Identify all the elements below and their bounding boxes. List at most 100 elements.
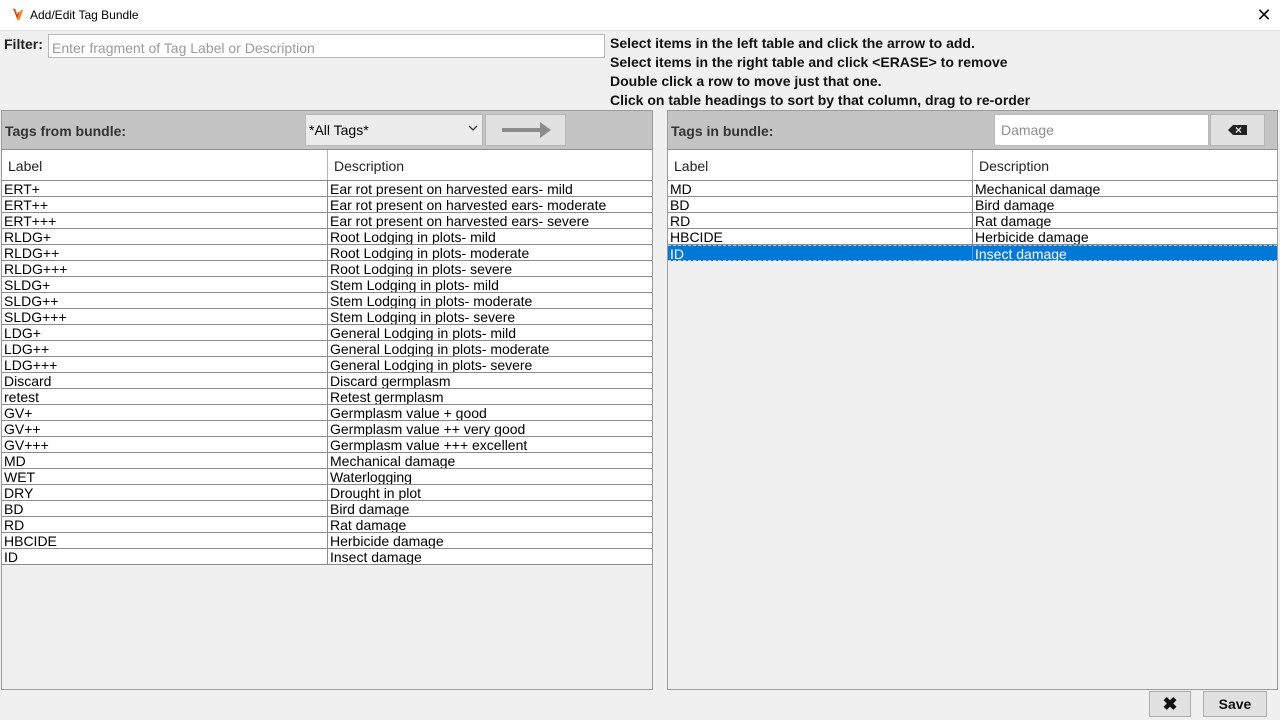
source-column-label[interactable]: Label	[2, 150, 327, 180]
bundle-column-label[interactable]: Label	[668, 150, 972, 180]
row-label-cell: DRY	[4, 485, 34, 500]
table-row[interactable]: LDG+ General Lodging in plots- mild	[2, 325, 652, 341]
row-label-cell: GV+++	[4, 437, 49, 452]
cancel-button[interactable]: ✖	[1149, 691, 1191, 717]
row-label-cell: GV++	[4, 421, 41, 436]
app-logo-icon	[11, 8, 23, 21]
row-description-cell: Waterlogging	[327, 469, 652, 484]
row-label-cell: BD	[670, 197, 690, 212]
row-description-cell: Discard germplasm	[327, 373, 652, 388]
instruction-line-1: Select items in the left table and click…	[610, 35, 975, 51]
filter-label: Filter:	[4, 36, 43, 52]
row-label-cell: HBCIDE	[4, 533, 57, 548]
table-row[interactable]: GV++ Germplasm value ++ very good	[2, 421, 652, 437]
table-row[interactable]: LDG+++ General Lodging in plots- severe	[2, 357, 652, 373]
table-row[interactable]: SLDG++ Stem Lodging in plots- moderate	[2, 293, 652, 309]
row-label-cell: SLDG+++	[4, 309, 67, 324]
table-row[interactable]: GV+++ Germplasm value +++ excellent	[2, 437, 652, 453]
row-description-cell: General Lodging in plots- severe	[327, 357, 652, 372]
bundle-search-input[interactable]	[994, 114, 1209, 146]
instruction-line-2: Select items in the right table and clic…	[610, 54, 1008, 70]
table-row[interactable]: LDG++ General Lodging in plots- moderate	[2, 341, 652, 357]
row-description-cell: Germplasm value + good	[327, 405, 652, 420]
bundle-table-body: MD Mechanical damage BD Bird damage RD Rat da…	[668, 181, 1277, 261]
row-description-cell: Insect damage	[972, 246, 1277, 261]
erase-button[interactable]	[1210, 114, 1265, 146]
table-row[interactable]: RD Rat damage	[2, 517, 652, 533]
row-description-cell: Mechanical damage	[972, 181, 1277, 196]
table-row[interactable]: ID Insect damage	[668, 245, 1277, 261]
table-row[interactable]: RLDG+ Root Lodging in plots- mild	[2, 229, 652, 245]
row-description-cell: Stem Lodging in plots- severe	[327, 309, 652, 324]
close-icon: ✕	[1256, 5, 1272, 25]
instruction-line-4: Click on table headings to sort by that …	[610, 92, 1031, 108]
bundle-table-header: Label Description	[668, 150, 1277, 181]
row-label-cell: ID	[4, 549, 18, 564]
table-row[interactable]: BD Bird damage	[2, 501, 652, 517]
row-description-cell: Rat damage	[327, 517, 652, 532]
table-row[interactable]: RD Rat damage	[668, 213, 1277, 229]
table-row[interactable]: MD Mechanical damage	[668, 181, 1277, 197]
row-description-cell: General Lodging in plots- mild	[327, 325, 652, 340]
bundle-column-description[interactable]: Description	[972, 150, 1277, 180]
table-row[interactable]: ID Insect damage	[2, 549, 652, 565]
table-row[interactable]: BD Bird damage	[668, 197, 1277, 213]
table-row[interactable]: retest Retest germplasm	[2, 389, 652, 405]
row-label-cell: ERT+++	[4, 213, 57, 228]
row-label-cell: WET	[4, 469, 36, 484]
row-label-cell: LDG+++	[4, 357, 58, 372]
row-description-cell: Mechanical damage	[327, 453, 652, 468]
filter-input[interactable]	[48, 34, 605, 58]
row-label-cell: RD	[670, 213, 691, 228]
row-label-cell: RLDG+++	[4, 261, 68, 276]
title-bar: Add/Edit Tag Bundle ✕	[0, 0, 1280, 31]
instruction-line-3: Double click a row to move just that one…	[610, 73, 882, 89]
table-row[interactable]: MD Mechanical damage	[2, 453, 652, 469]
row-label-cell: LDG++	[4, 341, 50, 356]
table-row[interactable]: ERT+++ Ear rot present on harvested ears-…	[2, 213, 652, 229]
row-description-cell: Ear rot present on harvested ears- sever…	[327, 213, 652, 228]
row-label-cell: GV+	[4, 405, 33, 420]
table-row[interactable]: ERT+ Ear rot present on harvested ears- m…	[2, 181, 652, 197]
right-panel-header: Tags in bundle:	[668, 111, 1277, 150]
table-row[interactable]: RLDG+++ Root Lodging in plots- severe	[2, 261, 652, 277]
row-label-cell: MD	[4, 453, 26, 468]
row-description-cell: Stem Lodging in plots- mild	[327, 277, 652, 292]
row-label-cell: BD	[4, 501, 24, 516]
left-panel-header: Tags from bundle: *All Tags*	[2, 111, 652, 150]
row-label-cell: RLDG+	[4, 229, 52, 244]
row-description-cell: Root Lodging in plots- mild	[327, 229, 652, 244]
table-row[interactable]: DRY Drought in plot	[2, 485, 652, 501]
table-row[interactable]: ERT++ Ear rot present on harvested ears- …	[2, 197, 652, 213]
row-label-cell: SLDG++	[4, 293, 59, 308]
row-description-cell: Drought in plot	[327, 485, 652, 500]
table-row[interactable]: RLDG++ Root Lodging in plots- moderate	[2, 245, 652, 261]
table-row[interactable]: HBCIDE Herbicide damage	[2, 533, 652, 549]
save-button[interactable]: Save	[1203, 691, 1267, 717]
table-row[interactable]: Discard Discard germplasm	[2, 373, 652, 389]
source-tags-table: Label Description ERT+ Ear rot present on…	[2, 150, 652, 689]
source-column-description[interactable]: Description	[327, 150, 652, 180]
table-row[interactable]: HBCIDE Herbicide damage	[668, 229, 1277, 245]
row-description-cell: General Lodging in plots- moderate	[327, 341, 652, 356]
table-row[interactable]: GV+ Germplasm value + good	[2, 405, 652, 421]
row-label-cell: RLDG++	[4, 245, 60, 260]
row-description-cell: Herbicide damage	[327, 533, 652, 548]
bundle-tags-table: Label Description MD Mechanical damage BD B…	[668, 150, 1277, 689]
row-label-cell: Discard	[4, 373, 52, 388]
tags-source-panel: Tags from bundle: *All Tags* Label Descr…	[1, 110, 653, 690]
row-description-cell: Germplasm value +++ excellent	[327, 437, 652, 452]
window-close-button[interactable]: ✕	[1249, 3, 1279, 27]
row-label-cell: ERT++	[4, 197, 49, 212]
add-tags-button[interactable]	[485, 114, 566, 146]
row-label-cell: LDG+	[4, 325, 41, 340]
row-label-cell: HBCIDE	[670, 229, 723, 244]
source-table-header: Label Description	[2, 150, 652, 181]
tag-set-dropdown[interactable]: *All Tags*	[305, 114, 483, 146]
row-description-cell: Bird damage	[972, 197, 1277, 212]
table-row[interactable]: WET Waterlogging	[2, 469, 652, 485]
row-description-cell: Root Lodging in plots- moderate	[327, 245, 652, 260]
table-row[interactable]: SLDG+++ Stem Lodging in plots- severe	[2, 309, 652, 325]
row-label-cell: ERT+	[4, 181, 40, 196]
table-row[interactable]: SLDG+ Stem Lodging in plots- mild	[2, 277, 652, 293]
